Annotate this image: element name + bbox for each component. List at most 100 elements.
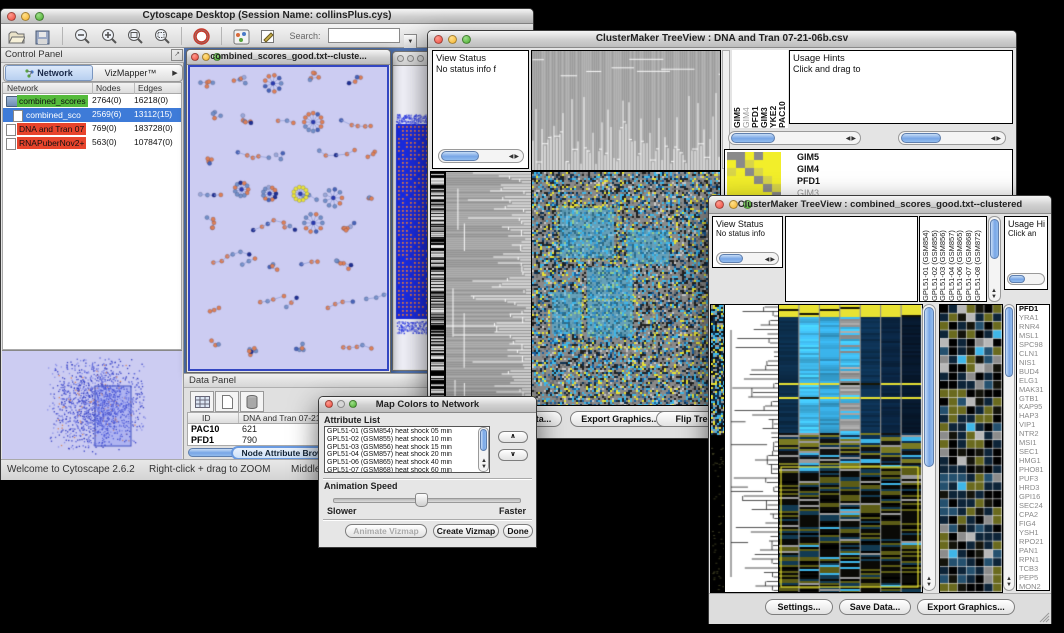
- float-panel-icon[interactable]: ↗: [171, 49, 183, 61]
- animate-vizmap-button[interactable]: Animate Vizmap: [345, 524, 427, 538]
- network-name[interactable]: combined_scores: [17, 95, 88, 107]
- minimize-button[interactable]: [407, 55, 414, 62]
- gene-label[interactable]: VIP1: [1019, 421, 1049, 430]
- network-canvas[interactable]: [190, 67, 387, 369]
- gene-label[interactable]: PEP5: [1019, 574, 1049, 583]
- attribute-list[interactable]: GPL51-01 (GSM854) heat shock 05 minGPL51…: [324, 426, 490, 473]
- save-data-button[interactable]: Save Data...: [839, 599, 911, 615]
- gene-label[interactable]: NTR2: [1019, 430, 1049, 439]
- gene-label[interactable]: HMG1: [1019, 457, 1049, 466]
- tv2-global-overview-strip[interactable]: [710, 304, 725, 593]
- gene-label[interactable]: PHO81: [1019, 466, 1049, 475]
- attribute-item[interactable]: GPL51-06 (GSM865) heat shock 40 min: [327, 459, 489, 467]
- resize-grip[interactable]: [1038, 611, 1050, 623]
- array-column-label[interactable]: GPL51-06 (GSM865): [955, 217, 964, 301]
- gene-label[interactable]: RPO21: [1019, 538, 1049, 547]
- column-label[interactable]: YKE2: [768, 50, 777, 128]
- col-header-id[interactable]: ID: [202, 413, 211, 423]
- tv2-genelist-vscrollbar[interactable]: ▲▼: [1003, 304, 1015, 591]
- scroll-arrows[interactable]: ▲▼: [481, 458, 487, 470]
- usage-hscrollbar[interactable]: [1007, 273, 1045, 285]
- array-column-label[interactable]: GPL51-01 (GSM854): [921, 217, 930, 301]
- annotation-button[interactable]: [257, 27, 279, 47]
- zoom-selected-button[interactable]: [151, 26, 173, 46]
- network-name[interactable]: RNAPuberNov2+: [17, 137, 86, 149]
- array-column-label[interactable]: GPL51-03 (GSM856): [938, 217, 947, 301]
- attribute-item[interactable]: GPL51-01 (GSM854) heat shock 05 min: [327, 428, 489, 436]
- tv1-row-dendrogram[interactable]: [445, 171, 533, 406]
- tv1-usage-hscrollbar[interactable]: ◀▶: [898, 131, 1006, 145]
- tv2-collabel-vscrollbar[interactable]: ▲▼: [988, 216, 1001, 302]
- attribute-list-vscrollbar[interactable]: ▲▼: [478, 427, 489, 472]
- gene-label[interactable]: RPN1: [1019, 556, 1049, 565]
- done-button[interactable]: Done: [503, 524, 533, 538]
- attribute-value[interactable]: 790: [242, 435, 257, 445]
- network-list-row[interactable]: combined_sco2569(6)13112(15): [3, 108, 181, 122]
- tv1-label-hscrollbar[interactable]: ◀▶: [728, 131, 861, 145]
- matrix-gene-label[interactable]: GIM5: [797, 151, 825, 163]
- search-input[interactable]: [328, 28, 400, 43]
- column-label[interactable]: PAC10: [777, 50, 786, 128]
- col-header-edges[interactable]: Edges: [134, 83, 162, 94]
- search-dropdown-button[interactable]: ▼: [404, 34, 417, 49]
- attribute-item[interactable]: GPL51-02 (GSM855) heat shock 10 min: [327, 436, 489, 444]
- tab-overflow-button[interactable]: ▶: [168, 69, 182, 77]
- gene-label[interactable]: MAK31: [1019, 386, 1049, 395]
- column-label[interactable]: PFD1: [750, 50, 759, 128]
- gene-label[interactable]: GPI16: [1019, 493, 1049, 502]
- tab-network[interactable]: Network: [5, 65, 93, 81]
- array-column-label[interactable]: GPL51-08 (GSM872): [973, 217, 982, 301]
- scroll-arrows[interactable]: ◀▶: [765, 256, 776, 263]
- view-status-hscrollbar[interactable]: ◀▶: [716, 252, 779, 265]
- gene-label[interactable]: MON2: [1019, 583, 1049, 591]
- gene-label[interactable]: TCB3: [1019, 565, 1049, 574]
- gene-label[interactable]: HAP3: [1019, 412, 1049, 421]
- tv2-row-dendrogram[interactable]: [724, 304, 779, 593]
- gene-label[interactable]: GTB1: [1019, 395, 1049, 404]
- gene-label[interactable]: ELG1: [1019, 377, 1049, 386]
- birdseye-panel[interactable]: [2, 350, 182, 460]
- network-list-row[interactable]: combined_scores2764(0)16218(0): [3, 94, 181, 108]
- scroll-arrows[interactable]: ▲▼: [926, 576, 932, 588]
- matrix-gene-label[interactable]: PFD1: [797, 175, 825, 187]
- delete-attribute-icon[interactable]: [240, 391, 264, 412]
- speed-slider-thumb[interactable]: [415, 493, 428, 507]
- gene-label[interactable]: NIS1: [1019, 359, 1049, 368]
- gene-label[interactable]: SEC24: [1019, 502, 1049, 511]
- tv1-heatmap[interactable]: [531, 171, 721, 406]
- scroll-arrows[interactable]: ▲▼: [1006, 576, 1012, 588]
- gene-label[interactable]: SPC98: [1019, 341, 1049, 350]
- gene-label[interactable]: PAN1: [1019, 547, 1049, 556]
- column-label[interactable]: GIM3: [759, 50, 768, 128]
- gene-label[interactable]: YRA1: [1019, 314, 1049, 323]
- create-vizmap-button[interactable]: Create Vizmap: [433, 524, 499, 538]
- network-view-window[interactable]: combined_scores_good.txt--cluste...: [186, 49, 391, 373]
- network-name[interactable]: combined_sco: [24, 109, 83, 121]
- gene-label[interactable]: RNR4: [1019, 323, 1049, 332]
- export-graphics-button[interactable]: Export Graphics...: [917, 599, 1015, 615]
- gene-label[interactable]: HRD3: [1019, 484, 1049, 493]
- col-header-nodes[interactable]: Nodes: [92, 83, 121, 94]
- matrix-gene-label[interactable]: GIM4: [797, 163, 825, 175]
- gene-label[interactable]: SEC1: [1019, 448, 1049, 457]
- scroll-arrows[interactable]: ◀▶: [846, 135, 857, 142]
- close-button[interactable]: [397, 55, 404, 62]
- view-status-hscrollbar[interactable]: ◀▶: [438, 149, 524, 163]
- tv1-similarity-matrix[interactable]: [727, 152, 781, 200]
- tv2-zoom-heatmap[interactable]: [939, 304, 1003, 593]
- gene-label[interactable]: PUF3: [1019, 475, 1049, 484]
- zoom-window-button[interactable]: [417, 55, 424, 62]
- tv2-column-tree-area[interactable]: [785, 216, 918, 302]
- settings-button[interactable]: Settings...: [765, 599, 833, 615]
- gene-id[interactable]: PFD1: [191, 435, 214, 445]
- help-button[interactable]: [191, 26, 213, 46]
- scroll-arrows[interactable]: ◀▶: [991, 135, 1002, 142]
- column-label[interactable]: GIM5: [732, 50, 741, 128]
- birdseye-canvas[interactable]: [3, 352, 181, 459]
- gene-label[interactable]: CPA2: [1019, 511, 1049, 520]
- gene-label[interactable]: MSL1: [1019, 332, 1049, 341]
- gene-label[interactable]: CLN1: [1019, 350, 1049, 359]
- tv1-column-dendrogram[interactable]: [531, 50, 721, 171]
- network-name[interactable]: DNA and Tran 07: [17, 123, 86, 135]
- vizmapper-icon-button[interactable]: [231, 27, 253, 47]
